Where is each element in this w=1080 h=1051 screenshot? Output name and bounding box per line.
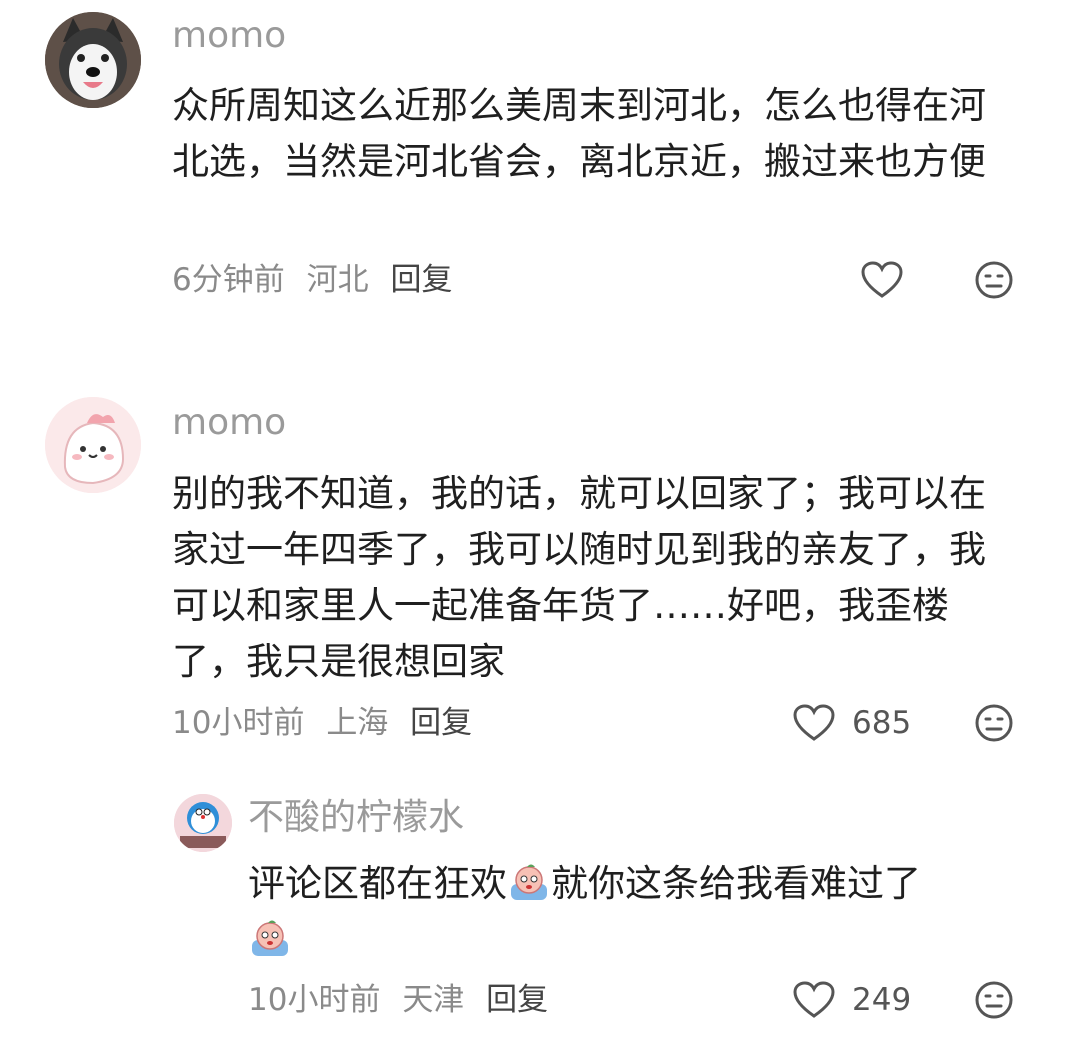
heart-icon [793,704,835,741]
avatar[interactable] [45,12,141,108]
location: 上海 [326,705,389,741]
husky-dog-avatar-icon [45,12,141,108]
location: 天津 [402,982,465,1018]
crying-peach-emoji-icon [507,862,551,902]
like-button[interactable]: 685 [792,703,911,743]
dislike-button[interactable] [974,260,1014,304]
doraemon-avatar-icon [174,794,232,852]
dislike-button[interactable] [974,703,1014,747]
comment-meta: 10小时前 上海 回复 [172,703,472,743]
username[interactable]: momo [172,403,286,443]
username[interactable]: 不酸的柠檬水 [248,798,464,838]
timestamp: 10小时前 [172,705,305,741]
heart-icon [793,981,835,1018]
reply-button[interactable]: 回复 [486,982,548,1018]
comment-text: 别的我不知道，我的话，就可以回家了；我可以在家过一年四季了，我可以随时见到我的亲… [172,472,986,683]
neutral-face-icon [975,981,1013,1019]
heart-icon [861,261,903,298]
neutral-face-icon [975,261,1013,299]
comment-text: 众所周知这么近那么美周末到河北，怎么也得在河北选，当然是河北省会，离北京近，搬过… [172,84,986,183]
avatar[interactable] [174,794,232,852]
like-button[interactable]: 249 [792,980,911,1020]
avatar[interactable] [45,397,141,493]
crying-peach-emoji-icon [248,918,292,958]
pink-blob-avatar-icon [45,397,141,493]
comment-meta: 10小时前 天津 回复 [248,980,548,1020]
neutral-face-icon [975,704,1013,742]
comment-meta: 6分钟前 河北 回复 [172,260,452,300]
like-count: 249 [852,982,912,1018]
like-button[interactable] [860,260,904,300]
reply-button[interactable]: 回复 [390,262,452,298]
location: 河北 [306,262,369,298]
comment-text-part: 评论区都在狂欢 [248,862,507,905]
dislike-button[interactable] [974,980,1014,1024]
timestamp: 10小时前 [248,982,381,1018]
comment-text-part: 就你这条给我看难过了 [551,862,921,905]
username[interactable]: momo [172,16,286,56]
timestamp: 6分钟前 [172,262,285,298]
like-count: 685 [852,705,912,741]
comment-text: 评论区都在狂欢 就你这条给我看难过了 [248,856,1028,968]
reply-button[interactable]: 回复 [410,705,472,741]
